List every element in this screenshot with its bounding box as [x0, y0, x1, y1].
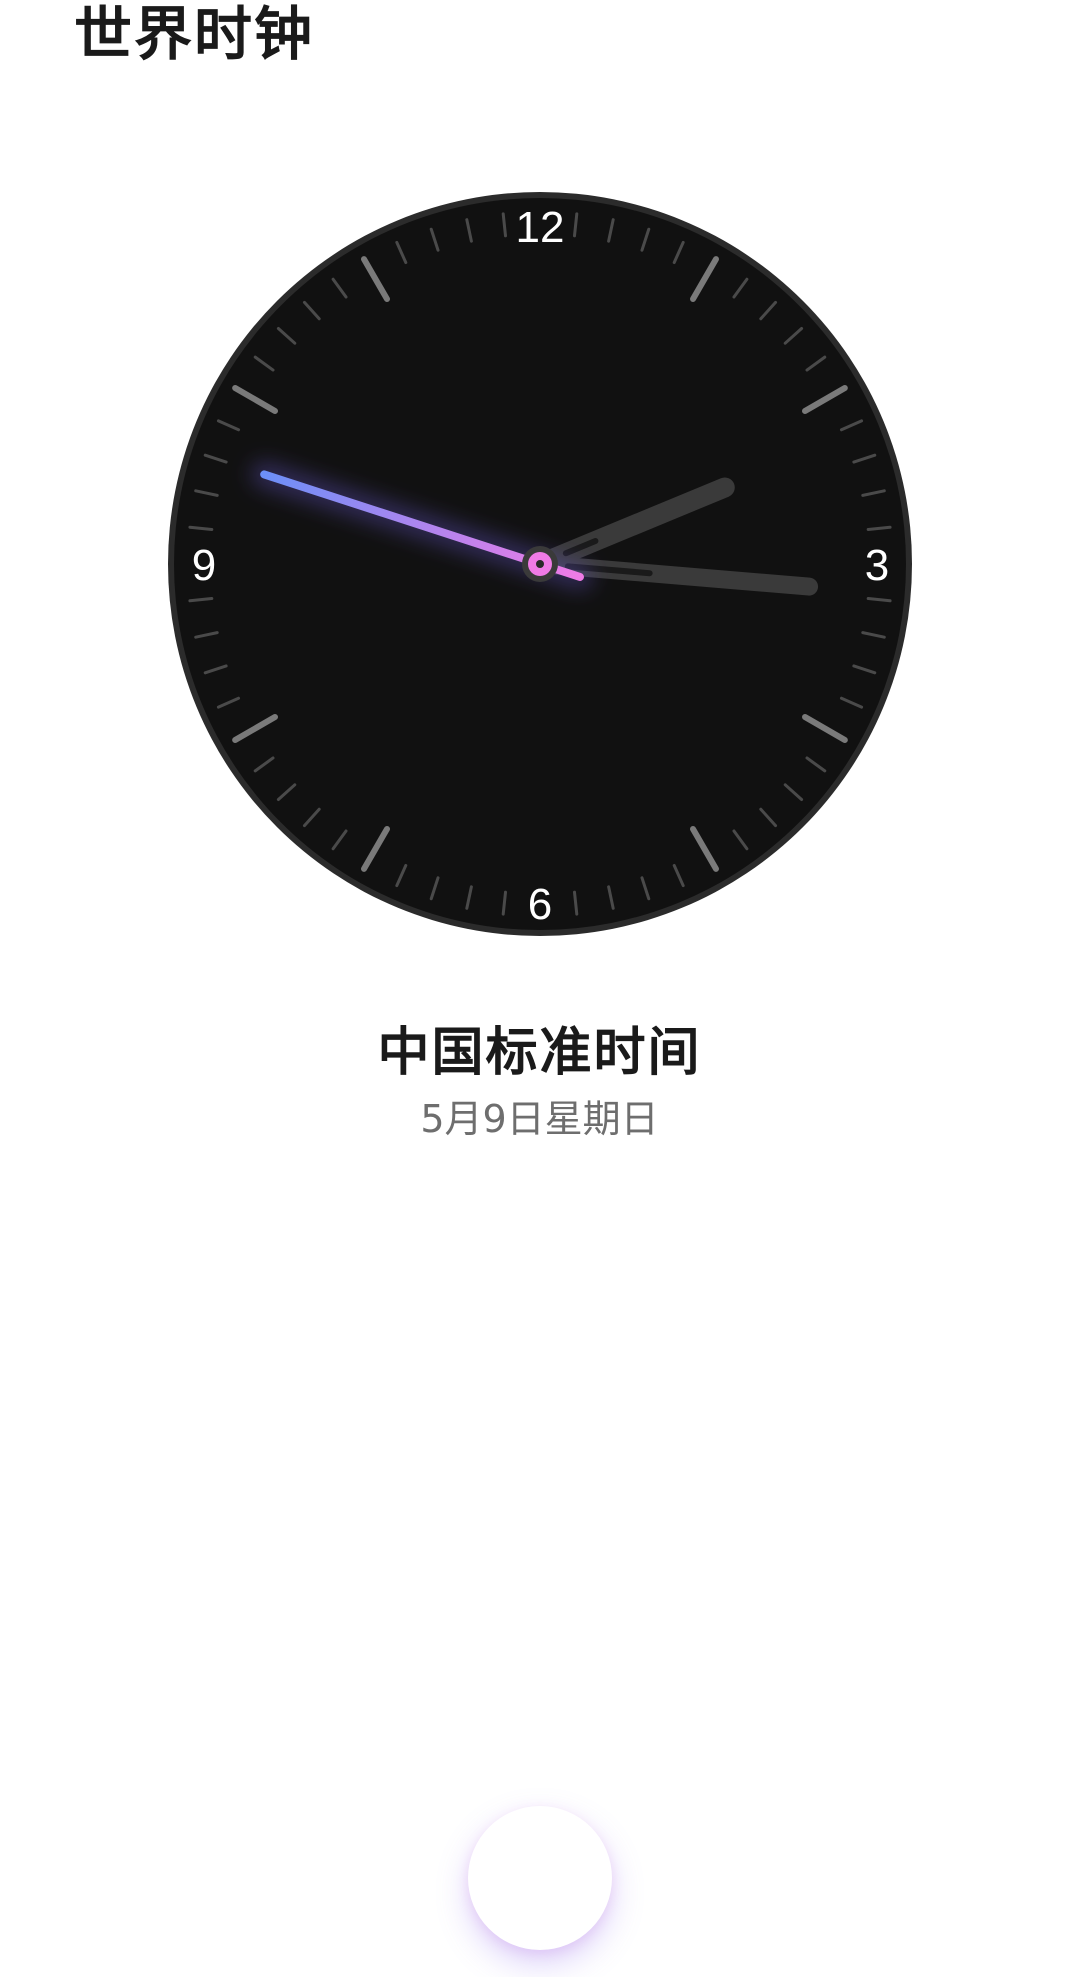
center-pin	[536, 560, 544, 568]
numeral-9: 9	[192, 541, 216, 590]
timezone-name: 中国标准时间	[377, 1023, 702, 1083]
numeral-3: 3	[865, 541, 889, 590]
add-city-button[interactable]	[468, 1806, 612, 1950]
page-title: 世界时钟	[74, 0, 315, 68]
analog-clock: 12 3 6 9	[166, 190, 914, 938]
plus-icon	[507, 1845, 573, 1911]
timezone-date: 5月9日星期日	[420, 1097, 659, 1141]
numeral-12: 12	[516, 203, 565, 252]
clock-face: 12 3 6 9	[168, 192, 912, 936]
numeral-6: 6	[528, 880, 552, 929]
